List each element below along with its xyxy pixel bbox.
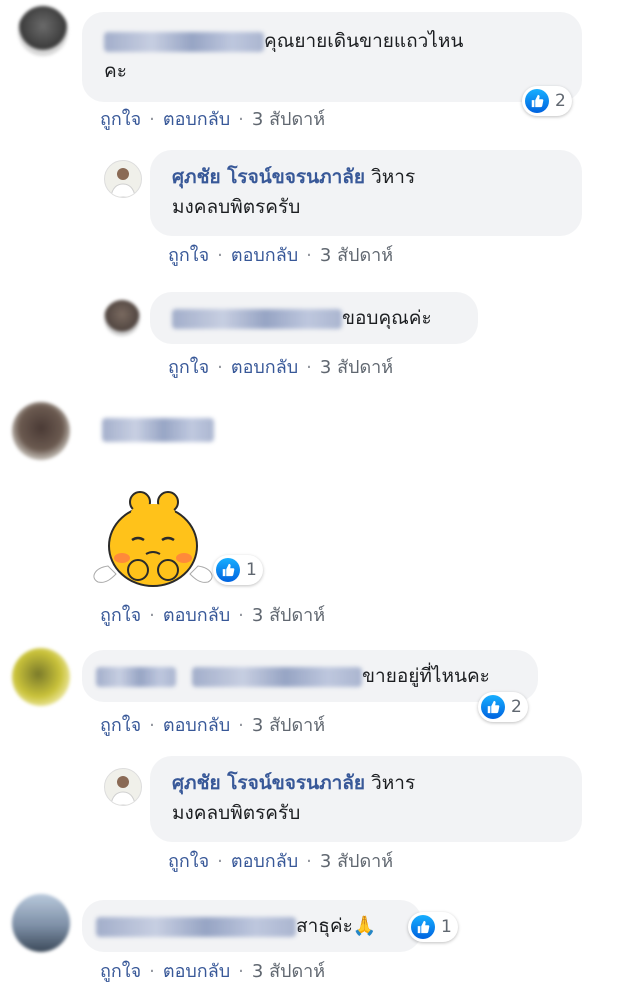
comment-text-line2: มงคลบพิตรครับ	[172, 802, 301, 824]
reaction-count[interactable]: 2	[478, 692, 528, 722]
comment-actions: ถูกใจ · ตอบกลับ · 3 สัปดาห์	[100, 715, 326, 736]
person-icon	[110, 776, 136, 805]
reaction-count[interactable]: 2	[522, 86, 572, 116]
like-link[interactable]: ถูกใจ	[100, 961, 141, 982]
comment-actions: ถูกใจ · ตอบกลับ · 3 สัปดาห์	[100, 109, 326, 130]
like-link[interactable]: ถูกใจ	[100, 605, 141, 626]
reply-link[interactable]: ตอบกลับ	[231, 245, 298, 266]
reaction-count[interactable]: 1	[213, 555, 263, 585]
comment-text: คุณยายเดินขายแถวไหน	[264, 30, 464, 52]
reply-link[interactable]: ตอบกลับ	[163, 961, 230, 982]
avatar[interactable]	[12, 648, 70, 706]
blurred-author-name[interactable]	[96, 916, 296, 937]
timestamp[interactable]: 3 สัปดาห์	[252, 109, 325, 130]
comment-text: สาธุค่ะ🙏	[296, 915, 377, 937]
author-name[interactable]: ศุภชัย โรจน์ขจรนภาลัย	[172, 166, 365, 188]
reply-link[interactable]: ตอบกลับ	[163, 109, 230, 130]
comment-actions: ถูกใจ · ตอบกลับ · 3 สัปดาห์	[100, 961, 326, 982]
timestamp[interactable]: 3 สัปดาห์	[320, 851, 393, 872]
comment-actions: ถูกใจ · ตอบกลับ · 3 สัปดาห์	[100, 605, 326, 626]
avatar[interactable]	[104, 300, 140, 336]
blurred-author-name[interactable]	[96, 666, 176, 687]
comment-bubble: คุณยายเดินขายแถวไหน คะ	[82, 12, 582, 102]
avatar[interactable]	[104, 160, 142, 198]
author-name[interactable]: ศุภชัย โรจน์ขจรนภาลัย	[172, 772, 365, 794]
comment-text: ขายอยู่ที่ไหนคะ	[362, 665, 490, 687]
reply-link[interactable]: ตอบกลับ	[231, 851, 298, 872]
reply-link[interactable]: ตอบกลับ	[231, 357, 298, 378]
timestamp[interactable]: 3 สัปดาห์	[320, 357, 393, 378]
comment-bubble: ศุภชัย โรจน์ขจรนภาลัย วิหาร มงคลบพิตรครั…	[150, 150, 582, 236]
timestamp[interactable]: 3 สัปดาห์	[252, 715, 325, 736]
reply-link[interactable]: ตอบกลับ	[163, 715, 230, 736]
person-icon	[110, 168, 136, 197]
like-icon	[481, 695, 505, 719]
comment-bubble: สาธุค่ะ🙏	[82, 900, 422, 952]
comment-actions: ถูกใจ · ตอบกลับ · 3 สัปดาห์	[168, 357, 394, 378]
reaction-number: 2	[555, 91, 566, 111]
like-icon	[525, 89, 549, 113]
avatar[interactable]	[12, 402, 70, 460]
like-link[interactable]: ถูกใจ	[168, 851, 209, 872]
reaction-number: 1	[441, 917, 452, 937]
blurred-author-name[interactable]	[102, 418, 214, 442]
timestamp[interactable]: 3 สัปดาห์	[252, 605, 325, 626]
reaction-number: 1	[246, 560, 257, 580]
reply-link[interactable]: ตอบกลับ	[163, 605, 230, 626]
comment-actions: ถูกใจ · ตอบกลับ · 3 สัปดาห์	[168, 851, 394, 872]
like-link[interactable]: ถูกใจ	[100, 109, 141, 130]
avatar[interactable]	[18, 6, 68, 56]
comment-bubble: ขายอยู่ที่ไหนคะ	[82, 650, 538, 702]
comment-bubble: ศุภชัย โรจน์ขจรนภาลัย วิหาร มงคลบพิตรครั…	[150, 756, 582, 842]
like-icon	[216, 558, 240, 582]
like-link[interactable]: ถูกใจ	[168, 357, 209, 378]
like-link[interactable]: ถูกใจ	[100, 715, 141, 736]
avatar[interactable]	[104, 768, 142, 806]
blurred-author-name[interactable]	[104, 31, 264, 52]
comment-bubble: ขอบคุณค่ะ	[150, 292, 478, 344]
sticker-image[interactable]	[88, 488, 218, 598]
like-link[interactable]: ถูกใจ	[168, 245, 209, 266]
avatar[interactable]	[12, 894, 70, 952]
comment-text: วิหาร	[371, 166, 416, 188]
comment-actions: ถูกใจ · ตอบกลับ · 3 สัปดาห์	[168, 245, 394, 266]
timestamp[interactable]: 3 สัปดาห์	[252, 961, 325, 982]
comment-text: วิหาร	[371, 772, 416, 794]
comment-text-line2: มงคลบพิตรครับ	[172, 196, 301, 218]
timestamp[interactable]: 3 สัปดาห์	[320, 245, 393, 266]
reaction-number: 2	[511, 697, 522, 717]
comment-text-line2: คะ	[104, 60, 127, 82]
blurred-author-name[interactable]	[192, 666, 363, 687]
like-icon	[411, 915, 435, 939]
blurred-author-name[interactable]	[172, 308, 342, 329]
reaction-count[interactable]: 1	[408, 912, 458, 942]
comment-text: ขอบคุณค่ะ	[342, 307, 432, 329]
